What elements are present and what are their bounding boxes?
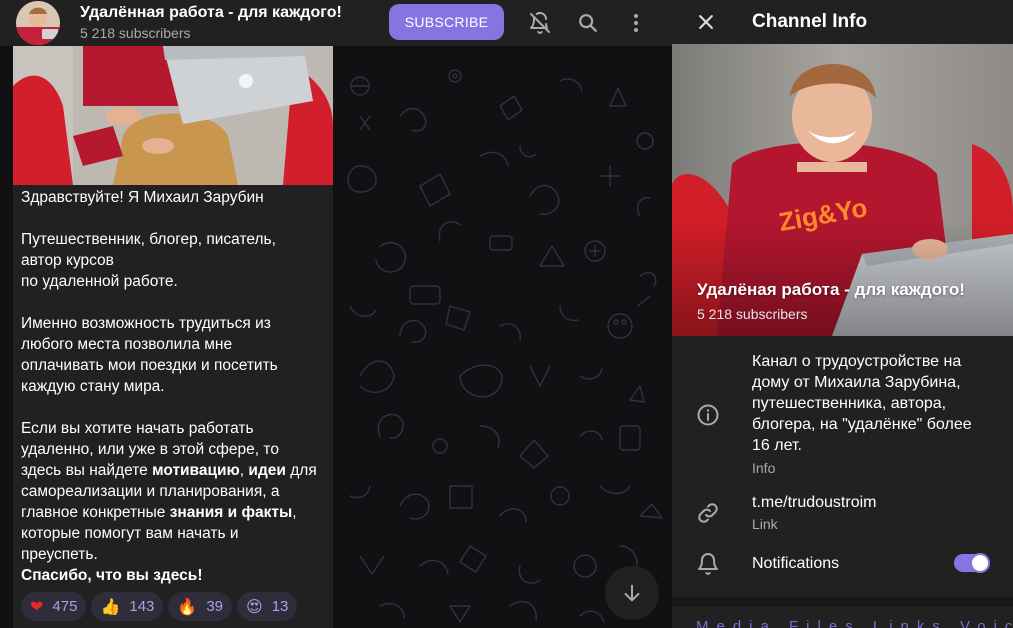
reaction-thumbs-up[interactable]: 👍 143	[91, 592, 164, 621]
reaction-heart-eyes[interactable]: 😍 13	[237, 592, 298, 621]
message-line: Если вы хотите начать работать	[21, 420, 254, 437]
message-line: по удаленной работе.	[21, 273, 178, 290]
reaction-count: 475	[52, 598, 78, 615]
info-description-row[interactable]: Канал о трудоустройстве на дому от Михаи…	[672, 350, 1013, 480]
channel-avatar[interactable]	[16, 1, 60, 45]
reaction-count: 39	[206, 598, 223, 615]
reaction-fire[interactable]: 🔥 39	[168, 592, 232, 621]
message-line: преуспеть.	[21, 546, 98, 563]
channel-title[interactable]: Удалённая работа - для каждого!	[80, 4, 342, 22]
message-bubble[interactable]: Здравствуйте! Я Михаил Зарубин Путешеств…	[13, 46, 333, 628]
cover-channel-title: Удалёная работа - для каждого!	[697, 280, 965, 299]
info-icon	[696, 403, 720, 427]
channel-info-panel: Channel Info Удалёная работа - для каждо…	[672, 0, 1013, 628]
media-tabs[interactable]: Media Files Links Voice	[696, 618, 1013, 628]
message-line: самореализации и планирования, а	[21, 483, 280, 500]
link-icon	[696, 501, 720, 525]
channel-description: Канал о трудоустройстве на дому от Михаи…	[752, 353, 972, 454]
message-line: здесь вы найдете мотивацию, идеи для	[21, 462, 317, 479]
description-label: Info	[752, 460, 776, 476]
arrow-down-icon	[624, 584, 640, 602]
chat-panel: Удалённая работа - для каждого! 5 218 su…	[0, 0, 672, 628]
message-line: оплачивать мои поездки и посетить	[21, 357, 278, 374]
telegram-window: Удалённая работа - для каждого! 5 218 su…	[0, 0, 1013, 628]
cover-subscriber-count: 5 218 subscribers	[697, 306, 808, 322]
message-line: Путешественник, блогер, писатель,	[21, 231, 276, 248]
info-title: Channel Info	[752, 11, 868, 32]
message-line: удаленно, или уже в этой сфере, то	[21, 441, 279, 458]
message-line: Спасибо, что вы здесь!	[21, 567, 203, 584]
message-line: которые помогут вам начать и	[21, 525, 239, 542]
message-line: любого места позволила мне	[21, 336, 233, 353]
heart-icon: ❤	[30, 598, 44, 616]
subscriber-count: 5 218 subscribers	[80, 25, 191, 41]
reaction-heart[interactable]: ❤ 475	[21, 592, 87, 621]
subscribe-button[interactable]: SUBSCRIBE	[389, 4, 504, 40]
more-vertical-icon[interactable]	[621, 8, 651, 38]
message-line: автор курсов	[21, 252, 114, 269]
info-link-row[interactable]: t.me/trudoustroim Link	[672, 490, 1013, 536]
notifications-toggle[interactable]	[954, 553, 990, 573]
reactions-bar: ❤ 475 👍 143 🔥 39 😍 13	[21, 592, 298, 621]
message-line: главное конкретные знания и факты,	[21, 504, 297, 521]
thumbs-up-icon: 👍	[100, 598, 121, 616]
reaction-count: 143	[129, 598, 155, 615]
fire-icon: 🔥	[177, 598, 198, 616]
heart-eyes-icon: 😍	[246, 598, 263, 616]
bell-off-icon[interactable]	[525, 8, 555, 38]
chat-header: Удалённая работа - для каждого! 5 218 su…	[0, 0, 672, 46]
bell-icon	[696, 552, 720, 576]
section-divider	[672, 597, 1013, 607]
search-icon[interactable]	[573, 8, 603, 38]
scroll-to-bottom-button[interactable]	[605, 566, 659, 620]
info-header: Channel Info	[672, 0, 1013, 44]
close-icon[interactable]	[694, 10, 718, 34]
message-photo[interactable]	[13, 46, 333, 185]
message-text: Здравствуйте! Я Михаил Зарубин Путешеств…	[21, 187, 329, 586]
reaction-count: 13	[271, 598, 289, 615]
message-line: Именно возможность трудиться из	[21, 315, 271, 332]
link-label: Link	[752, 516, 778, 532]
channel-link[interactable]: t.me/trudoustroim	[752, 492, 992, 513]
message-line: каждую стану мира.	[21, 378, 165, 395]
message-line: Здравствуйте! Я Михаил Зарубин	[21, 189, 264, 206]
